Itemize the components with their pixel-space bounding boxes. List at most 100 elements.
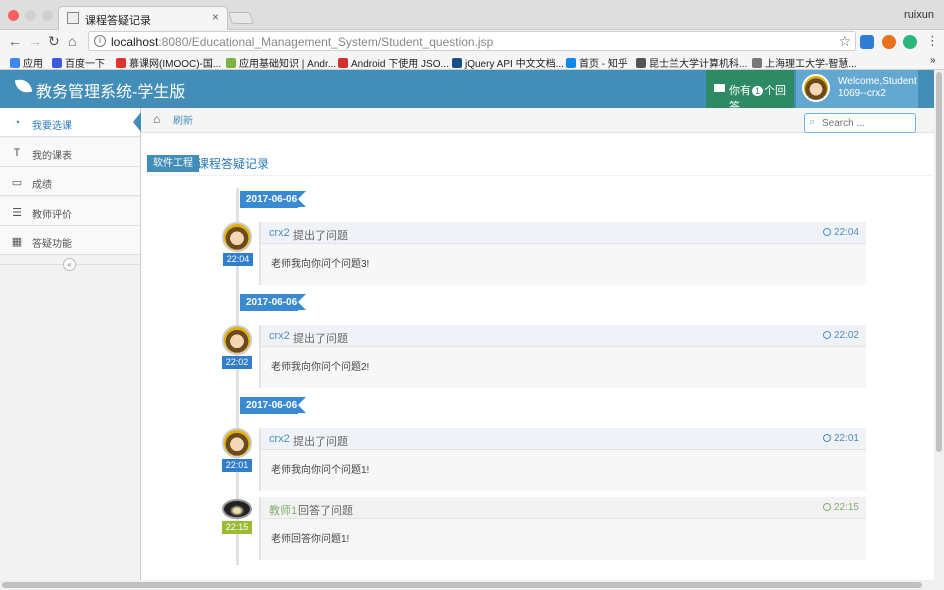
bookmark-favicon-icon <box>52 58 62 68</box>
timeline-user-link[interactable]: 教师1 <box>269 502 297 518</box>
browser-toolbar: ← → ↻ ⌂ i localhost:8080/Educational_Man… <box>0 30 944 53</box>
tab-title: 课程答疑记录 <box>85 15 151 27</box>
bookmark-favicon-icon <box>636 58 646 68</box>
browser-menu-icon[interactable]: ⋮ <box>926 33 939 49</box>
timeline-item-body: 老师回答你问题1! <box>271 534 350 545</box>
timeline-action-text: 提出了问题 <box>293 333 348 345</box>
timeline-user-link[interactable]: crx2 <box>269 227 290 239</box>
browser-tab-bar: 课程答疑记录 × ruixun <box>0 0 944 30</box>
extension-cc-icon[interactable] <box>882 35 896 49</box>
browser-tab[interactable]: 课程答疑记录 × <box>58 6 228 30</box>
avatar <box>222 222 252 252</box>
sidebar-item-label: 成绩 <box>32 180 52 191</box>
notifications-button[interactable]: 你有 1 个回答 <box>706 70 794 113</box>
new-tab-button[interactable] <box>227 12 255 24</box>
clock-icon <box>822 503 831 511</box>
bookmark-favicon-icon <box>338 58 348 68</box>
bookmark-item[interactable]: jQuery API 中文文档... <box>452 55 564 70</box>
sidebar-item[interactable]: ◔ 我要选课 <box>0 108 141 137</box>
browser-profile-name[interactable]: ruixun <box>904 9 934 21</box>
timeline-item: crx2 提出了问题 22:01 老师我向你问个问题1! <box>259 428 866 491</box>
sidebar-item-label: 答疑功能 <box>32 239 72 250</box>
reload-icon[interactable]: ↻ <box>48 33 60 49</box>
bookmark-item[interactable]: 百度一下 <box>52 55 105 70</box>
bookmark-favicon-icon <box>116 58 126 68</box>
timeline-user-link[interactable]: crx2 <box>269 330 290 342</box>
page-title: 课程答疑记录 <box>197 157 270 171</box>
bookmark-favicon-icon <box>752 58 762 68</box>
url-text[interactable]: localhost:8080/Educational_Management_Sy… <box>111 35 493 49</box>
list-icon: ☰ <box>12 206 22 219</box>
text-icon: T <box>13 146 21 159</box>
back-icon[interactable]: ← <box>8 33 22 49</box>
notification-count-badge: 1 <box>752 86 764 96</box>
vertical-scrollbar[interactable] <box>934 70 944 590</box>
timeline-time-badge: 22:15 <box>222 521 252 534</box>
timeline-action-text: 提出了问题 <box>293 230 348 242</box>
sidebar-item[interactable]: ▦ 答疑功能 <box>0 226 140 255</box>
forward-icon[interactable]: → <box>28 33 42 49</box>
sidebar-item-label: 教师评价 <box>32 209 72 221</box>
bookmark-favicon-icon <box>452 58 462 68</box>
bookmark-item[interactable]: 上海理工大学-智慧... <box>752 55 857 70</box>
search-input[interactable] <box>822 116 912 130</box>
tab-close-icon[interactable]: × <box>212 10 219 24</box>
address-bar[interactable]: i localhost:8080/Educational_Management_… <box>88 31 856 51</box>
extension-new-icon[interactable] <box>860 35 874 49</box>
timeline-action-text: 提出了问题 <box>293 436 348 448</box>
sidebar-item[interactable]: T 我的课表 <box>0 137 140 167</box>
envelope-icon <box>714 84 725 92</box>
timeline-item-body: 老师我向你问个问题2! <box>271 362 370 373</box>
bookmark-item[interactable]: Android 下使用 JSO... <box>338 55 449 70</box>
sidebar-item-label: 我的课表 <box>32 150 72 162</box>
extension-grammarly-icon[interactable] <box>903 35 917 49</box>
timeline-action-text: 回答了问题 <box>298 505 353 517</box>
search-icon: ⌕ <box>809 116 816 128</box>
sidebar-item[interactable]: ☰ 教师评价 <box>0 196 140 226</box>
bookmark-favicon-icon <box>566 58 576 68</box>
window-minimize-button[interactable] <box>25 10 36 21</box>
sidebar-item[interactable]: ▭ 成绩 <box>0 167 140 196</box>
search-box[interactable]: ⌕ <box>804 113 916 133</box>
clock-icon <box>822 228 831 236</box>
timeline-item-body: 老师我向你问个问题1! <box>271 465 370 476</box>
home-icon[interactable]: ⌂ <box>68 33 76 49</box>
bookmarks-overflow-button[interactable]: » <box>930 55 936 66</box>
timeline-item: crx2 提出了问题 22:04 老师我向你问个问题3! <box>259 222 866 285</box>
refresh-link[interactable]: 刷新 <box>173 112 193 127</box>
timeline-user-link[interactable]: crx2 <box>269 433 290 445</box>
timeline-item: crx2 提出了问题 22:02 老师我向你问个问题2! <box>259 325 866 388</box>
timeline-item-header: crx2 提出了问题 22:04 <box>261 222 866 244</box>
breadcrumb: ⌂ 刷新 ⌕ <box>141 108 934 133</box>
avatar <box>222 325 252 355</box>
bookmark-item[interactable]: 首页 - 知乎 <box>566 55 628 70</box>
horizontal-scrollbar[interactable] <box>0 580 934 590</box>
user-menu[interactable]: Welcome,Student 1069--crx2 <box>796 70 918 108</box>
brand-title[interactable]: 教务管理系统-学生版 <box>36 78 185 102</box>
bookmark-item[interactable]: 应用基础知识 | Andr... <box>226 55 336 70</box>
timeline-item: 教师1 回答了问题 22:15 老师回答你问题1! <box>259 497 866 560</box>
bookmark-item[interactable]: 慕课网(IMOOC)-国... <box>116 55 221 70</box>
window-zoom-button[interactable] <box>42 10 53 21</box>
timeline-clock: 22:04 <box>822 227 859 238</box>
breadcrumb-home-icon[interactable]: ⌂ <box>153 112 160 126</box>
sidebar-item-label: 我要选课 <box>32 121 72 132</box>
dashboard-icon: ◔ <box>13 117 21 129</box>
bookmark-star-icon[interactable]: ☆ <box>838 33 851 50</box>
bookmark-favicon-icon <box>10 58 20 68</box>
tab-favicon-icon <box>67 12 79 24</box>
site-info-icon[interactable]: i <box>94 35 106 47</box>
timeline-date-label: 2017-06-06 <box>240 397 306 414</box>
horizontal-scroll-thumb[interactable] <box>2 582 922 588</box>
avatar <box>222 428 252 458</box>
bookmark-item[interactable]: 应用 <box>10 55 43 70</box>
course-badge: 软件工程 <box>147 155 199 172</box>
timeline-date-label: 2017-06-06 <box>240 294 306 311</box>
sidebar-collapse-button[interactable]: « <box>63 258 76 271</box>
window-close-button[interactable] <box>8 10 19 21</box>
bookmark-item[interactable]: 昆士兰大学计算机科... <box>636 55 747 70</box>
timeline-date-label: 2017-06-06 <box>240 191 306 208</box>
timeline-item-header: 教师1 回答了问题 22:15 <box>261 497 866 519</box>
desktop-icon: ▭ <box>11 177 23 189</box>
vertical-scroll-thumb[interactable] <box>936 72 942 452</box>
